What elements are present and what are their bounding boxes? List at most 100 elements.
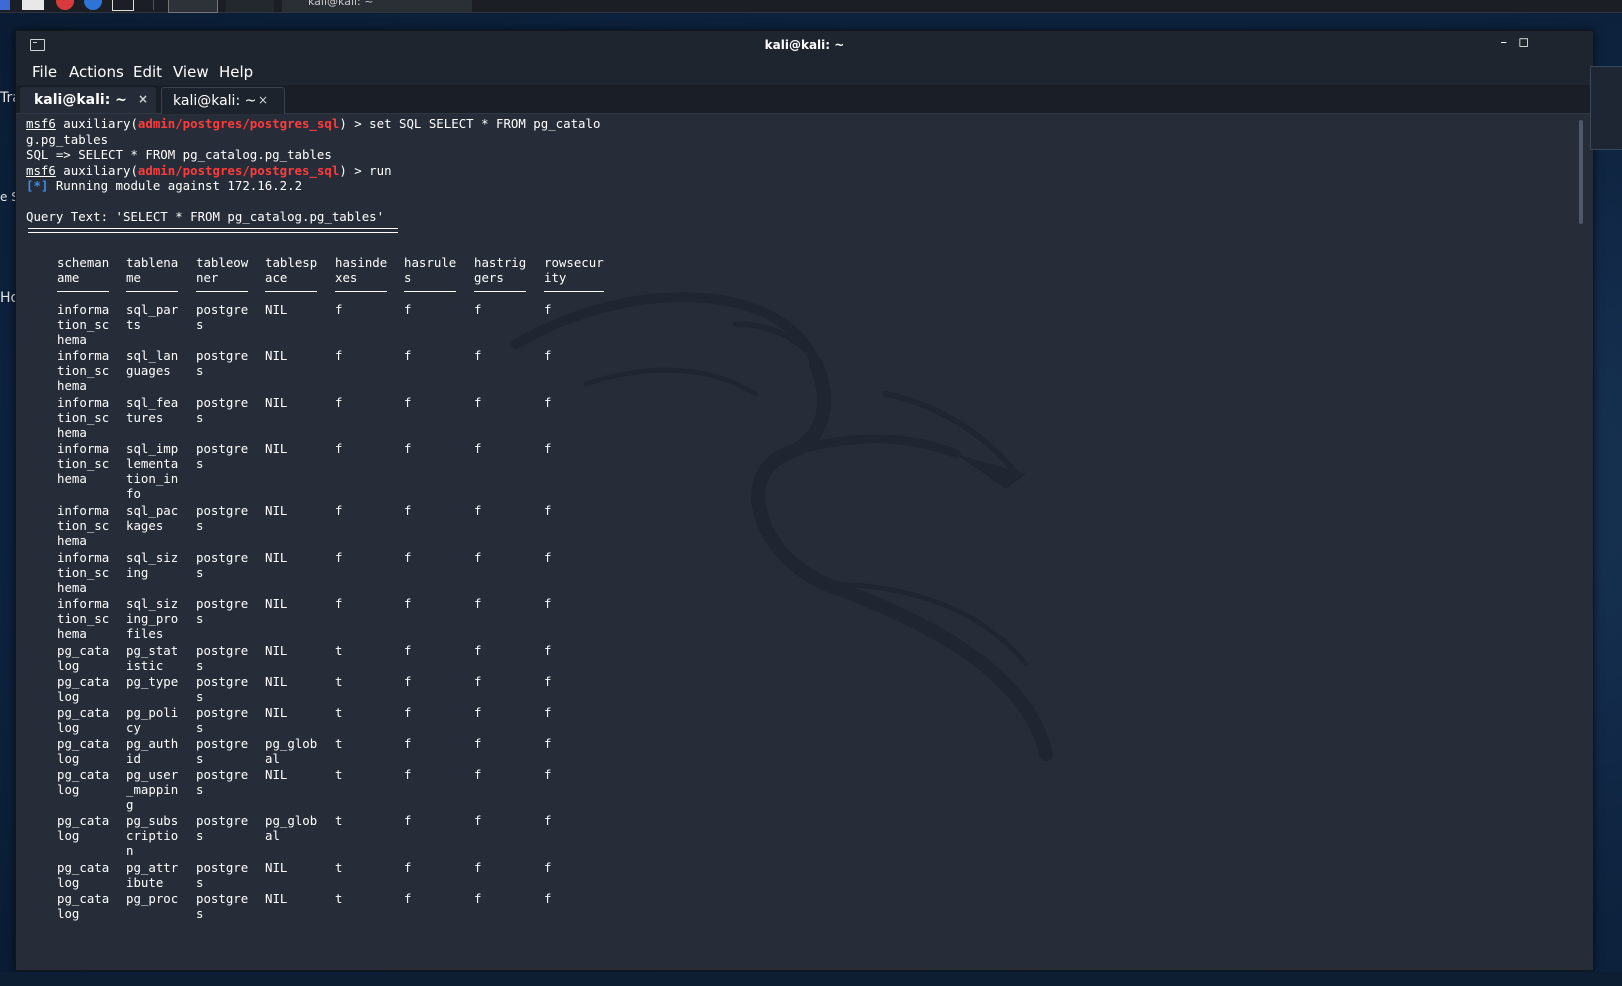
- table-cell-hastriggers: f: [474, 596, 482, 611]
- column-header-hasindexes: hasinde xes: [335, 255, 388, 285]
- info-text: Running module against 172.16.2.2: [48, 178, 303, 193]
- query-underline: [28, 228, 398, 233]
- column-header-underline: [544, 291, 604, 292]
- table-cell-tablespace: NIL: [265, 704, 288, 720]
- column-header-schemaname: scheman ame: [57, 255, 110, 285]
- table-cell-hasrules: f: [404, 642, 412, 658]
- title-bar[interactable]: kali@kali: ~ – ◻: [16, 31, 1593, 59]
- info-marker: [*]: [26, 178, 49, 193]
- table-cell-hasrules: f: [404, 735, 412, 751]
- table-cell-hasrules: f: [404, 704, 412, 720]
- prompt-msf6: msf6: [26, 116, 56, 131]
- terminal-launcher-icon[interactable]: [112, 0, 134, 11]
- table-cell-tablename: pg_attr ibute: [126, 859, 179, 890]
- table-cell-rowsecurity: f: [544, 766, 552, 782]
- table-cell-tablename: pg_user _mappin g: [126, 766, 179, 812]
- table-cell-hasrules: f: [404, 301, 412, 317]
- table-cell-hasrules: f: [404, 348, 412, 363]
- table-cell-tablename: sql_siz ing: [126, 549, 179, 580]
- menu-file[interactable]: File: [32, 63, 57, 81]
- table-cell-rowsecurity: f: [544, 394, 552, 410]
- table-cell-tablename: sql_pac kages: [126, 503, 179, 533]
- table-cell-hastriggers: f: [474, 549, 482, 565]
- column-header-underline: [265, 291, 317, 292]
- table-cell-hastriggers: f: [474, 735, 482, 751]
- table-cell-tablespace: NIL: [265, 766, 288, 782]
- table-cell-hastriggers: f: [474, 301, 482, 317]
- panel-separator: [153, 0, 154, 10]
- tab-close-icon[interactable]: ×: [258, 93, 268, 107]
- table-cell-hasindexes: t: [335, 735, 343, 751]
- table-cell-tableowner: postgre s: [196, 735, 249, 766]
- table-cell-schemaname: pg_cata log: [57, 813, 110, 843]
- table-cell-tableowner: postgre s: [196, 348, 249, 378]
- menu-actions[interactable]: Actions: [69, 63, 124, 81]
- table-cell-hasrules: f: [404, 673, 412, 689]
- tab-close-icon[interactable]: ×: [138, 92, 148, 106]
- show-desktop-icon[interactable]: [22, 0, 44, 10]
- table-cell-tableowner: postgre s: [196, 549, 249, 580]
- prompt-module-name: admin/postgres/postgres_sql: [137, 162, 340, 178]
- table-cell-tablename: sql_par ts: [126, 301, 179, 332]
- table-cell-hasrules: f: [404, 766, 412, 782]
- column-header-tablename: tablena me: [126, 255, 179, 285]
- tab-terminal-2[interactable]: kali@kali: ~ ×: [161, 87, 285, 114]
- table-cell-hastriggers: f: [474, 348, 482, 363]
- menu-edit[interactable]: Edit: [133, 63, 162, 81]
- prompt-module-suffix: ) >: [339, 116, 370, 131]
- table-cell-tableowner: postgre s: [196, 441, 249, 471]
- kali-menu-icon[interactable]: [56, 0, 74, 10]
- prompt-module-name: admin/postgres/postgres_sql: [137, 116, 340, 131]
- scrollbar-thumb[interactable]: [1579, 120, 1583, 224]
- table-cell-rowsecurity: f: [544, 348, 552, 363]
- table-cell-hasindexes: f: [335, 503, 343, 518]
- table-cell-hasindexes: t: [335, 813, 343, 828]
- table-cell-tablename: sql_imp lementa tion_in fo: [126, 441, 179, 501]
- table-cell-tablespace: NIL: [265, 596, 288, 611]
- table-cell-schemaname: informa tion_sc hema: [57, 503, 110, 548]
- table-cell-tableowner: postgre s: [196, 503, 249, 533]
- table-cell-schemaname: informa tion_sc hema: [57, 549, 110, 595]
- tab-label: kali@kali: ~: [34, 92, 127, 108]
- table-cell-rowsecurity: f: [544, 441, 552, 456]
- tab-terminal-1[interactable]: kali@kali: ~ ×: [20, 87, 156, 113]
- workspace-switcher[interactable]: [168, 0, 218, 13]
- kali-dragon-watermark-icon: [511, 292, 1053, 761]
- column-header-rowsecurity: rowsecur ity: [544, 255, 604, 285]
- table-cell-tablename: pg_subs criptio n: [126, 813, 179, 858]
- side-panel-overlay[interactable]: [1590, 66, 1622, 150]
- table-cell-hastriggers: f: [474, 813, 482, 828]
- table-cell-tablename: pg_stat istic: [126, 642, 179, 673]
- menu-view[interactable]: View: [173, 63, 209, 81]
- table-cell-tablespace: NIL: [265, 859, 288, 875]
- app-menu-icon[interactable]: [0, 0, 10, 10]
- table-cell-rowsecurity: f: [544, 704, 552, 720]
- table-cell-hasindexes: t: [335, 890, 343, 906]
- table-cell-schemaname: pg_cata log: [57, 642, 110, 673]
- column-header-underline: [404, 291, 456, 292]
- table-cell-schemaname: informa tion_sc hema: [57, 394, 110, 440]
- table-cell-hastriggers: f: [474, 859, 482, 875]
- table-cell-tablespace: NIL: [265, 890, 288, 906]
- table-cell-rowsecurity: f: [544, 549, 552, 565]
- bottom-strip: [0, 972, 1622, 986]
- table-cell-hastriggers: f: [474, 642, 482, 658]
- table-cell-hasrules: f: [404, 890, 412, 906]
- prompt-module-prefix: auxiliary(: [55, 116, 138, 131]
- browser-icon[interactable]: [84, 0, 102, 10]
- table-cell-rowsecurity: f: [544, 673, 552, 689]
- workspace-2[interactable]: [226, 0, 274, 12]
- minimize-button[interactable]: –: [1501, 35, 1508, 50]
- table-cell-hastriggers: f: [474, 704, 482, 720]
- maximize-button[interactable]: ◻: [1518, 35, 1529, 50]
- table-cell-hasindexes: t: [335, 766, 343, 782]
- column-header-tablespace: tablesp ace: [265, 255, 318, 285]
- terminal-output[interactable]: msf6 auxiliary(admin/postgres/postgres_s…: [16, 114, 1593, 970]
- column-header-hastriggers: hastrig gers: [474, 255, 527, 285]
- column-header-tableowner: tableow ner: [196, 255, 249, 285]
- column-header-hasrules: hasrule s: [404, 255, 457, 285]
- table-cell-schemaname: informa tion_sc hema: [57, 301, 110, 347]
- menu-help[interactable]: Help: [219, 63, 253, 81]
- taskbar-window-button[interactable]: kali@kali: ~: [282, 0, 472, 12]
- table-cell-hasrules: f: [404, 441, 412, 456]
